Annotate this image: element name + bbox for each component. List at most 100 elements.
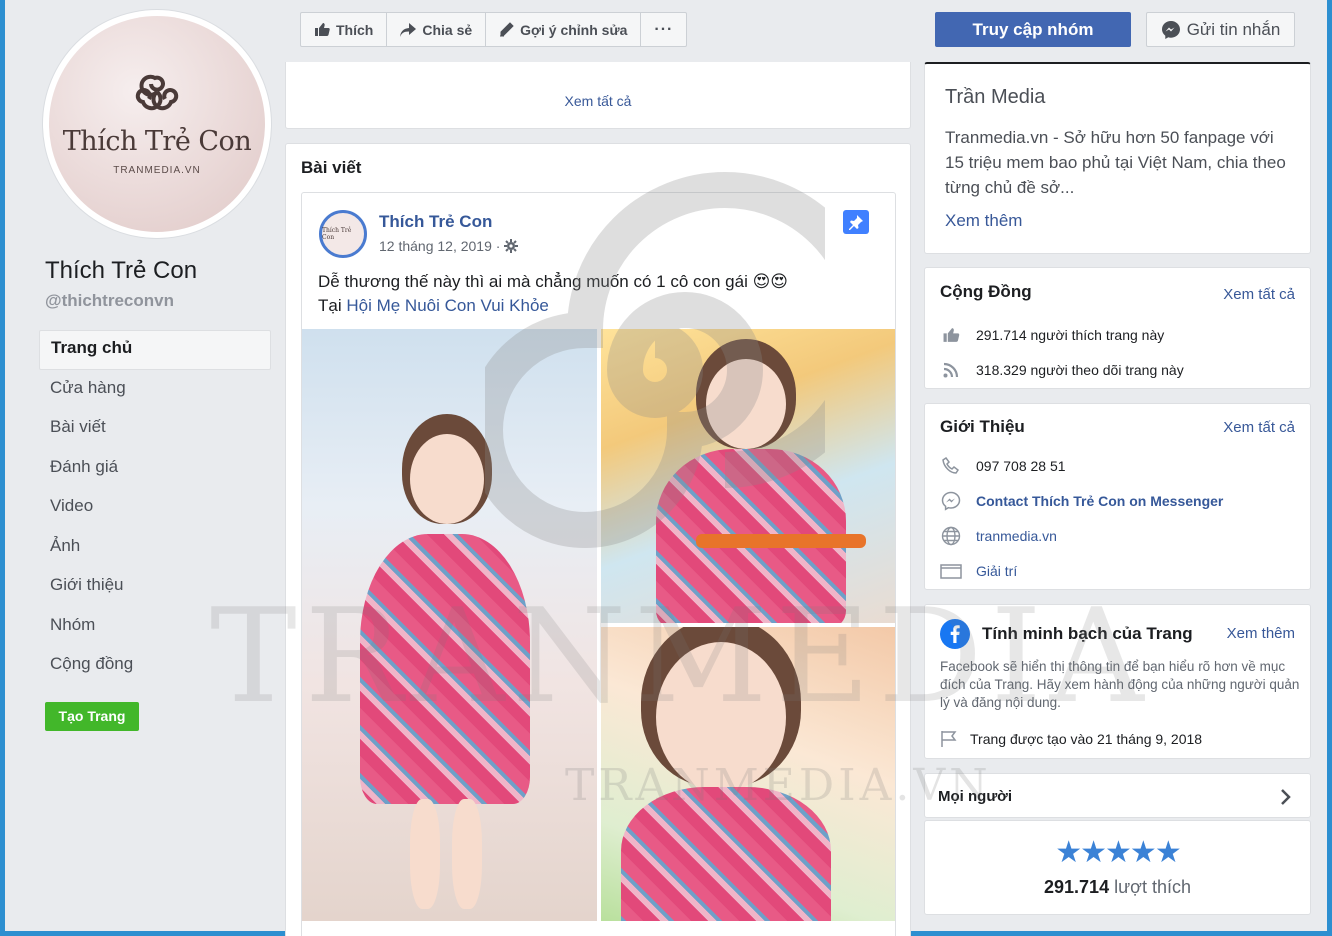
transparency-see-more-link[interactable]: Xem thêm: [1227, 625, 1295, 642]
about-card: Giới Thiệu Xem tất cả 097 708 28 51 Cont…: [924, 403, 1311, 590]
pin-icon: [849, 215, 863, 230]
category-folder-icon: [940, 564, 962, 579]
photo-figure-leg: [452, 799, 482, 909]
more-actions-button[interactable]: ···: [641, 13, 686, 46]
community-likes-text: 291.714 người thích trang này: [976, 327, 1165, 343]
about-messenger-text: Contact Thích Trẻ Con on Messenger: [976, 493, 1224, 509]
globe-icon: [941, 526, 961, 546]
page-action-bar: Thích Chia sẻ Gợi ý chỉnh sửa ···: [300, 12, 688, 47]
nav-item-videos[interactable]: Video: [39, 488, 271, 528]
chevron-right-icon: [1281, 789, 1291, 805]
post-location-link[interactable]: Hội Mẹ Nuôi Con Vui Khỏe: [346, 296, 549, 315]
nav-item-groups[interactable]: Nhóm: [39, 607, 271, 647]
ad-title[interactable]: Trần Media: [945, 86, 1045, 109]
page-name[interactable]: Thích Trẻ Con: [45, 257, 197, 285]
community-see-all-link[interactable]: Xem tất cả: [1223, 286, 1295, 303]
photo-figure-face: [656, 642, 786, 792]
nav-item-posts[interactable]: Bài viết: [39, 409, 271, 449]
suggest-edit-label: Gợi ý chỉnh sửa: [520, 21, 628, 38]
ad-description: Tranmedia.vn - Sở hữu hơn 50 fanpage với…: [945, 128, 1286, 197]
nav-item-about[interactable]: Giới thiệu: [39, 567, 271, 607]
community-card: Cộng Đồng Xem tất cả 291.714 người thích…: [924, 267, 1311, 389]
about-website-row[interactable]: tranmedia.vn: [940, 526, 1057, 546]
post-photo-3[interactable]: [601, 627, 895, 921]
see-all-link[interactable]: Xem tất cả: [286, 93, 910, 109]
about-see-all-link[interactable]: Xem tất cả: [1223, 419, 1295, 436]
page-handle[interactable]: @thichtreconvn: [45, 291, 174, 311]
rss-follow-icon: [943, 362, 959, 378]
facebook-logo-icon: [940, 619, 970, 649]
page-created-text: Trang được tạo vào 21 tháng 9, 2018: [970, 731, 1203, 747]
post-location-prefix: Tại: [318, 296, 347, 315]
ad-see-more-link[interactable]: Xem thêm: [945, 211, 1022, 231]
post-photo-1[interactable]: [302, 329, 597, 921]
messenger-icon: [1161, 20, 1180, 39]
post-photo-2[interactable]: [601, 329, 895, 623]
share-label: Chia sẻ: [422, 21, 473, 38]
about-website-text: tranmedia.vn: [976, 528, 1057, 544]
send-message-button[interactable]: Gửi tin nhắn: [1146, 12, 1295, 47]
nav-item-shop[interactable]: Cửa hàng: [39, 370, 271, 410]
thumbs-up-icon: [943, 328, 960, 342]
messenger-icon: [941, 491, 961, 511]
people-section-header[interactable]: Mọi người: [924, 773, 1311, 818]
community-follows-text: 318.329 người theo dõi trang này: [976, 362, 1184, 378]
avatar-brand-name: Thích Trẻ Con: [62, 126, 252, 157]
sponsored-card: Trần Media Tranmedia.vn - Sở hữu hơn 50 …: [924, 62, 1311, 254]
photo-figure-face: [706, 359, 786, 449]
transparency-description: Facebook sẽ hiển thị thông tin để bạn hi…: [940, 659, 1300, 710]
posts-title: Bài viết: [301, 158, 362, 177]
about-category-text: Giải trí: [976, 563, 1018, 579]
post-author-name[interactable]: Thích Trẻ Con: [379, 212, 492, 232]
pinned-post-icon[interactable]: [843, 210, 869, 234]
like-label: Thích: [336, 21, 374, 38]
post-message: Dễ thương thế này thì ai mà chẳng muốn c…: [318, 272, 789, 291]
nav-item-photos[interactable]: Ảnh: [39, 528, 271, 568]
transparency-title: Tính minh bạch của Trang: [982, 624, 1193, 643]
visit-group-button[interactable]: Truy cập nhóm: [935, 12, 1131, 47]
photo-figure-dress: [360, 534, 530, 804]
page-avatar[interactable]: Thích Trẻ Con TRANMEDIA.VN: [43, 10, 271, 238]
post-body: Dễ thương thế này thì ai mà chẳng muốn c…: [318, 270, 788, 318]
create-page-button[interactable]: Tạo Trang: [45, 702, 139, 731]
post-avatar-text: Thích Trẻ Con: [322, 227, 352, 241]
flag-icon: [941, 731, 957, 747]
nav-item-home[interactable]: Trang chủ: [39, 330, 271, 370]
community-follows-row: 318.329 người theo dõi trang này: [940, 360, 1184, 380]
community-likes-row: 291.714 người thích trang này: [940, 325, 1164, 345]
like-page-button[interactable]: Thích: [301, 13, 388, 46]
more-dots-icon: ···: [654, 20, 674, 38]
about-title: Giới Thiệu: [940, 417, 1025, 436]
posts-card: Bài viết Thích Trẻ Con Thích Trẻ Con 12 …: [285, 143, 911, 936]
share-page-button[interactable]: Chia sẻ: [387, 13, 487, 46]
about-messenger-row[interactable]: Contact Thích Trẻ Con on Messenger: [940, 491, 1223, 511]
post-date-text: 12 tháng 12, 2019 ·: [379, 238, 501, 254]
likes-rating-card: ★★★★★ 291.714 lượt thích: [924, 820, 1311, 915]
nav-item-community[interactable]: Cộng đồng: [39, 646, 271, 686]
phone-icon: [942, 457, 960, 474]
likes-count-text: 291.714 lượt thích: [925, 877, 1310, 898]
likes-count-suffix: lượt thích: [1109, 877, 1191, 897]
gear-icon: [504, 239, 519, 253]
about-phone-row: 097 708 28 51: [940, 456, 1066, 476]
photo-figure-dress: [621, 787, 831, 921]
about-category-row[interactable]: Giải trí: [940, 561, 1017, 581]
pencil-icon: [500, 22, 514, 37]
nav-item-reviews[interactable]: Đánh giá: [39, 449, 271, 489]
likes-count-number: 291.714: [1044, 877, 1110, 897]
suggest-edit-button[interactable]: Gợi ý chỉnh sửa: [486, 13, 642, 46]
left-nav: Trang chủ Cửa hàng Bài viết Đánh giá Vid…: [39, 330, 271, 686]
community-title: Cộng Đồng: [940, 282, 1032, 301]
post-author-avatar[interactable]: Thích Trẻ Con: [319, 210, 367, 258]
transparency-card: Tính minh bạch của Trang Xem thêm Facebo…: [924, 604, 1311, 759]
about-phone-text: 097 708 28 51: [976, 458, 1066, 474]
page-created-row: Trang được tạo vào 21 tháng 9, 2018: [939, 729, 1202, 749]
triskelion-logo-icon: [135, 74, 179, 111]
thumbs-up-icon: [315, 23, 330, 36]
top-section-card: Xem tất cả: [285, 62, 911, 129]
rating-stars-icon: ★★★★★: [1055, 836, 1181, 869]
post-timestamp[interactable]: 12 tháng 12, 2019 ·: [379, 238, 519, 254]
photo-figure-leg: [410, 799, 440, 909]
photo-figure-face: [410, 434, 484, 524]
pinned-post: Thích Trẻ Con Thích Trẻ Con 12 tháng 12,…: [301, 192, 896, 936]
